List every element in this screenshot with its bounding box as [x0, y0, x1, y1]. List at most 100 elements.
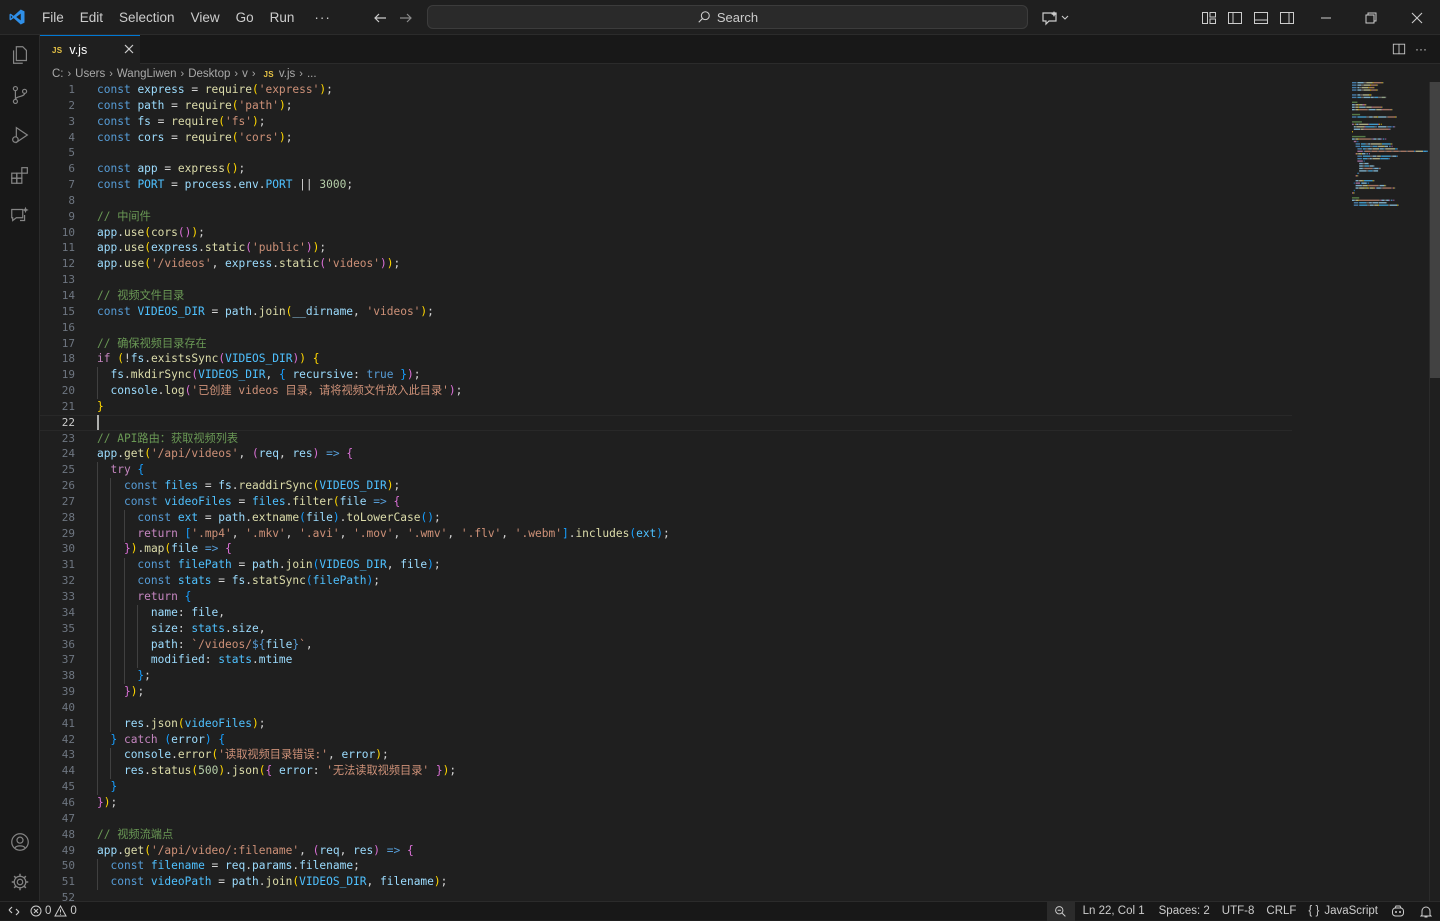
menu-run[interactable]: Run: [262, 0, 303, 35]
forward-arrow-icon[interactable]: [396, 8, 416, 28]
code-line[interactable]: });: [97, 684, 670, 700]
code-line[interactable]: console.error('读取视频目录错误:', error);: [97, 747, 670, 763]
back-arrow-icon[interactable]: [370, 8, 390, 28]
command-center-search[interactable]: Search: [427, 5, 1028, 29]
menu-edit[interactable]: Edit: [72, 0, 111, 35]
notifications-bell-icon[interactable]: [1412, 902, 1440, 921]
code-line[interactable]: [97, 193, 670, 209]
code-line[interactable]: const path = require('path');: [97, 98, 670, 114]
code-line[interactable]: }).map(file => {: [97, 541, 670, 557]
menu-more[interactable]: ···: [302, 0, 343, 35]
manage-gear-icon[interactable]: [0, 862, 40, 902]
code-line[interactable]: fs.mkdirSync(VIDEOS_DIR, { recursive: tr…: [97, 367, 670, 383]
breadcrumb-drive[interactable]: C:: [52, 68, 64, 80]
toggle-primary-sidebar-icon[interactable]: [1225, 8, 1245, 28]
code-line[interactable]: const app = express();: [97, 161, 670, 177]
breadcrumb-user[interactable]: WangLiwen: [117, 68, 177, 80]
code-line[interactable]: [97, 145, 670, 161]
code-line[interactable]: const filename = req.params.filename;: [97, 858, 670, 874]
restore-icon[interactable]: [1361, 8, 1381, 28]
close-tab-icon[interactable]: [122, 42, 136, 56]
breadcrumb-symbol[interactable]: ...: [307, 68, 317, 80]
breadcrumb-desktop[interactable]: Desktop: [188, 68, 230, 80]
run-debug-icon[interactable]: [0, 115, 40, 155]
code-line[interactable]: return ['.mp4', '.mkv', '.avi', '.mov', …: [97, 526, 670, 542]
language-mode[interactable]: { } JavaScript: [1302, 902, 1384, 921]
code-line[interactable]: // 视频流端点: [97, 827, 670, 843]
toggle-panel-icon[interactable]: [1251, 8, 1271, 28]
code-line[interactable]: const filePath = path.join(VIDEOS_DIR, f…: [97, 557, 670, 573]
extensions-icon[interactable]: [0, 155, 40, 195]
code-line[interactable]: if (!fs.existsSync(VIDEOS_DIR)) {: [97, 351, 670, 367]
code-line[interactable]: res.json(videoFiles);: [97, 716, 670, 732]
code-line[interactable]: [97, 890, 670, 901]
code-line[interactable]: });: [97, 795, 670, 811]
more-actions-icon[interactable]: ···: [1413, 41, 1429, 57]
code-line[interactable]: console.log('已创建 videos 目录，请将视频文件放入此目录')…: [97, 383, 670, 399]
code-line[interactable]: app.get('/api/video/:filename', (req, re…: [97, 843, 670, 859]
code-line[interactable]: [97, 272, 670, 288]
copilot-status-icon[interactable]: [1384, 902, 1412, 921]
remote-indicator-icon[interactable]: [0, 902, 28, 921]
minimize-icon[interactable]: [1316, 8, 1336, 28]
code-line[interactable]: res.status(500).json({ error: '无法读取视频目录'…: [97, 763, 670, 779]
explorer-icon[interactable]: [0, 35, 40, 75]
menu-go[interactable]: Go: [228, 0, 262, 35]
code-line[interactable]: path: `/videos/${file}`,: [97, 637, 670, 653]
code-line[interactable]: try {: [97, 462, 670, 478]
menu-selection[interactable]: Selection: [111, 0, 183, 35]
tab-v-js[interactable]: JS v.js: [40, 35, 140, 64]
chat-icon[interactable]: [0, 195, 40, 235]
code-content[interactable]: const express = require('express');const…: [97, 82, 670, 901]
code-line[interactable]: const express = require('express');: [97, 82, 670, 98]
breadcrumb-users[interactable]: Users: [75, 68, 105, 80]
code-line[interactable]: // 中间件: [97, 209, 670, 225]
code-line[interactable]: // 确保视频目录存在: [97, 336, 670, 352]
code-line[interactable]: app.use(cors());: [97, 225, 670, 241]
code-line[interactable]: return {: [97, 589, 670, 605]
code-line[interactable]: const cors = require('cors');: [97, 130, 670, 146]
code-line[interactable]: const PORT = process.env.PORT || 3000;: [97, 177, 670, 193]
end-of-line[interactable]: CRLF: [1260, 902, 1302, 921]
code-line[interactable]: }: [97, 779, 670, 795]
code-line[interactable]: };: [97, 668, 670, 684]
split-editor-icon[interactable]: [1391, 41, 1407, 57]
code-line[interactable]: const stats = fs.statSync(filePath);: [97, 573, 670, 589]
customize-layout-icon[interactable]: [1199, 8, 1219, 28]
cursor-position[interactable]: Ln 22, Col 1: [1075, 902, 1153, 921]
code-line[interactable]: const ext = path.extname(file).toLowerCa…: [97, 510, 670, 526]
code-line[interactable]: [97, 320, 670, 336]
code-line[interactable]: // 视频文件目录: [97, 288, 670, 304]
indentation[interactable]: Spaces: 2: [1153, 902, 1216, 921]
menu-file[interactable]: File: [34, 0, 72, 35]
code-line[interactable]: [97, 700, 670, 716]
menu-view[interactable]: View: [183, 0, 228, 35]
code-line[interactable]: app.use(express.static('public'));: [97, 240, 670, 256]
toggle-secondary-sidebar-icon[interactable]: [1277, 8, 1297, 28]
source-control-icon[interactable]: [0, 75, 40, 115]
code-line[interactable]: const videoPath = path.join(VIDEOS_DIR, …: [97, 874, 670, 890]
code-line[interactable]: const videoFiles = files.filter(file => …: [97, 494, 670, 510]
code-line[interactable]: } catch (error) {: [97, 732, 670, 748]
accounts-icon[interactable]: [0, 822, 40, 862]
code-line[interactable]: modified: stats.mtime: [97, 652, 670, 668]
problems-indicator[interactable]: 0 0: [28, 902, 83, 921]
zoom-icon[interactable]: [1047, 902, 1075, 921]
code-editor[interactable]: 1234567891011121314151617181920212223242…: [40, 82, 1440, 901]
vertical-scrollbar-thumb[interactable]: [1430, 82, 1440, 378]
code-line[interactable]: app.get('/api/videos', (req, res) => {: [97, 446, 670, 462]
code-line[interactable]: name: file,: [97, 605, 670, 621]
code-line[interactable]: const VIDEOS_DIR = path.join(__dirname, …: [97, 304, 670, 320]
code-line[interactable]: // API路由：获取视频列表: [97, 431, 670, 447]
copilot-chat-icon[interactable]: [1040, 8, 1072, 28]
encoding[interactable]: UTF-8: [1216, 902, 1261, 921]
code-line[interactable]: app.use('/videos', express.static('video…: [97, 256, 670, 272]
code-line[interactable]: const files = fs.readdirSync(VIDEOS_DIR)…: [97, 478, 670, 494]
code-line[interactable]: size: stats.size,: [97, 621, 670, 637]
minimap[interactable]: [1352, 82, 1428, 212]
code-line[interactable]: }: [97, 399, 670, 415]
breadcrumb-folder[interactable]: v: [242, 68, 248, 80]
close-window-icon[interactable]: [1407, 8, 1427, 28]
breadcrumb-file[interactable]: v.js: [279, 68, 295, 80]
code-line[interactable]: [97, 811, 670, 827]
